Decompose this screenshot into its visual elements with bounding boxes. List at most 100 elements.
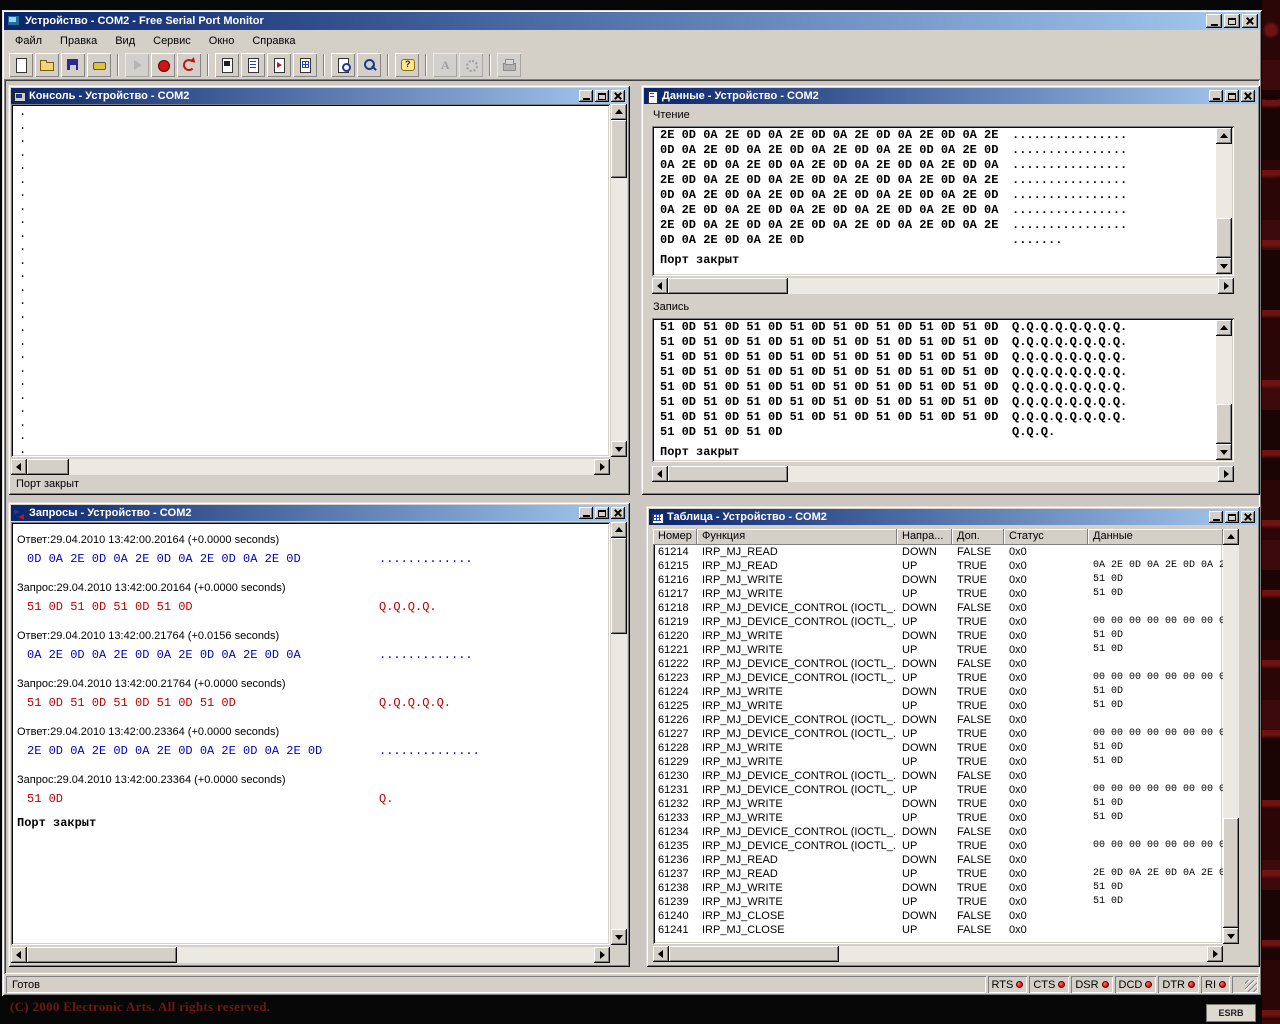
table-row[interactable]: 61226IRP_MJ_DEVICE_CONTROL (IOCTL_...DOW…	[653, 713, 1223, 727]
stop-button[interactable]	[151, 53, 175, 77]
column-header-5[interactable]: Данные	[1088, 529, 1223, 545]
scroll-thumb[interactable]	[1216, 218, 1232, 258]
table-titlebar[interactable]: Таблица - Устройство - COM2	[649, 509, 1257, 525]
table-row[interactable]: 61240IRP_MJ_CLOSEDOWNFALSE0x0	[653, 909, 1223, 923]
view-requests-button[interactable]	[267, 53, 291, 77]
table-row[interactable]: 61220IRP_MJ_WRITEDOWNTRUE0x051 0D	[653, 629, 1223, 643]
column-header-0[interactable]: Номер	[653, 529, 697, 545]
new-button[interactable]	[9, 53, 33, 77]
save-button[interactable]	[61, 53, 85, 77]
table-row[interactable]: 61215IRP_MJ_READUPTRUE0x00A 2E 0D 0A 2E …	[653, 559, 1223, 573]
table-row[interactable]: 61239IRP_MJ_WRITEUPTRUE0x051 0D	[653, 895, 1223, 909]
column-header-2[interactable]: Напра...	[897, 529, 952, 545]
scroll-up-button[interactable]	[611, 522, 627, 538]
console-vscrollbar[interactable]	[611, 104, 627, 457]
view-table-button[interactable]	[293, 53, 317, 77]
maximize-button[interactable]	[1224, 14, 1240, 28]
scroll-right-button[interactable]	[1218, 466, 1234, 482]
table-row[interactable]: 61231IRP_MJ_DEVICE_CONTROL (IOCTL_...UPT…	[653, 783, 1223, 797]
scroll-down-button[interactable]	[611, 441, 627, 457]
scroll-down-button[interactable]	[1223, 928, 1239, 944]
view-data-button[interactable]	[241, 53, 265, 77]
column-header-4[interactable]: Статус	[1004, 529, 1088, 545]
port-button[interactable]	[87, 53, 111, 77]
read-hscrollbar[interactable]	[652, 278, 1234, 294]
console-close-button[interactable]	[611, 90, 625, 102]
menu-item-tools[interactable]: Сервис	[144, 32, 200, 50]
scroll-thumb[interactable]	[669, 946, 839, 962]
table-row[interactable]: 61234IRP_MJ_DEVICE_CONTROL (IOCTL_...DOW…	[653, 825, 1223, 839]
scroll-up-button[interactable]	[611, 104, 627, 120]
scroll-thumb[interactable]	[668, 466, 788, 482]
menu-item-edit[interactable]: Правка	[51, 32, 106, 50]
requests-vscrollbar[interactable]	[611, 522, 627, 945]
open-button[interactable]	[35, 53, 59, 77]
scroll-up-button[interactable]	[1223, 529, 1239, 545]
resize-grip[interactable]	[1245, 980, 1257, 992]
write-vscrollbar[interactable]	[1216, 320, 1232, 460]
table-row[interactable]: 61223IRP_MJ_DEVICE_CONTROL (IOCTL_...UPT…	[653, 671, 1223, 685]
table-row[interactable]: 61222IRP_MJ_DEVICE_CONTROL (IOCTL_...DOW…	[653, 657, 1223, 671]
requests-titlebar[interactable]: Запросы - Устройство - COM2	[11, 505, 627, 521]
table-vscrollbar[interactable]	[1223, 529, 1239, 944]
print-button[interactable]	[497, 53, 521, 77]
menu-item-window[interactable]: Окно	[200, 32, 244, 50]
write-hex-view[interactable]: 51 0D 51 0D 51 0D 51 0D 51 0D 51 0D 51 0…	[652, 318, 1234, 462]
find-button[interactable]	[331, 53, 355, 77]
table-row[interactable]: 61221IRP_MJ_WRITEUPTRUE0x051 0D	[653, 643, 1223, 657]
table-row[interactable]: 61238IRP_MJ_WRITEDOWNTRUE0x051 0D	[653, 881, 1223, 895]
console-maximize-button[interactable]	[595, 90, 609, 102]
scroll-left-button[interactable]	[652, 466, 668, 482]
scroll-up-button[interactable]	[1216, 320, 1232, 336]
scroll-left-button[interactable]	[652, 278, 668, 294]
start-button[interactable]	[125, 53, 149, 77]
console-minimize-button[interactable]	[579, 90, 593, 102]
table-row[interactable]: 61224IRP_MJ_WRITEDOWNTRUE0x051 0D	[653, 685, 1223, 699]
read-hex-view[interactable]: 2E 0D 0A 2E 0D 0A 2E 0D 0A 2E 0D 0A 2E 0…	[652, 126, 1234, 276]
scroll-left-button[interactable]	[653, 946, 669, 962]
restart-button[interactable]	[177, 53, 201, 77]
table-row[interactable]: 61225IRP_MJ_WRITEUPTRUE0x051 0D	[653, 699, 1223, 713]
scroll-thumb[interactable]	[27, 947, 177, 963]
table-row[interactable]: 61216IRP_MJ_WRITEDOWNTRUE0x051 0D	[653, 573, 1223, 587]
requests-minimize-button[interactable]	[579, 507, 593, 519]
help-button[interactable]	[395, 53, 419, 77]
close-button[interactable]	[1242, 14, 1258, 28]
table-row[interactable]: 61237IRP_MJ_READUPTRUE0x02E 0D 0A 2E 0D …	[653, 867, 1223, 881]
table-minimize-button[interactable]	[1209, 511, 1223, 523]
scroll-right-button[interactable]	[1207, 946, 1223, 962]
menu-item-file[interactable]: Файл	[6, 32, 51, 50]
write-hscrollbar[interactable]	[652, 466, 1234, 482]
scroll-right-button[interactable]	[594, 947, 610, 963]
table-hscrollbar[interactable]	[653, 946, 1223, 962]
minimize-button[interactable]	[1206, 14, 1222, 28]
menu-item-view[interactable]: Вид	[106, 32, 144, 50]
data-minimize-button[interactable]	[1209, 90, 1223, 102]
data-close-button[interactable]	[1241, 90, 1255, 102]
main-titlebar[interactable]: Устройство - COM2 - Free Serial Port Mon…	[4, 12, 1260, 30]
font-button[interactable]	[433, 53, 457, 77]
scroll-down-button[interactable]	[1216, 258, 1232, 274]
table-row[interactable]: 61218IRP_MJ_DEVICE_CONTROL (IOCTL_...DOW…	[653, 601, 1223, 615]
table-row[interactable]: 61235IRP_MJ_DEVICE_CONTROL (IOCTL_...UPT…	[653, 839, 1223, 853]
scroll-thumb[interactable]	[668, 278, 788, 294]
scroll-left-button[interactable]	[11, 947, 27, 963]
scroll-right-button[interactable]	[1218, 278, 1234, 294]
table-row[interactable]: 61219IRP_MJ_DEVICE_CONTROL (IOCTL_...UPT…	[653, 615, 1223, 629]
view-console-button[interactable]	[215, 53, 239, 77]
data-maximize-button[interactable]	[1225, 90, 1239, 102]
table-row[interactable]: 61227IRP_MJ_DEVICE_CONTROL (IOCTL_...UPT…	[653, 727, 1223, 741]
table-row[interactable]: 61217IRP_MJ_WRITEUPTRUE0x051 0D	[653, 587, 1223, 601]
table-row[interactable]: 61233IRP_MJ_WRITEUPTRUE0x051 0D	[653, 811, 1223, 825]
column-header-1[interactable]: Функция	[697, 529, 897, 545]
scroll-right-button[interactable]	[594, 459, 610, 475]
data-titlebar[interactable]: Данные - Устройство - COM2	[644, 88, 1257, 104]
scroll-left-button[interactable]	[11, 459, 27, 475]
scroll-thumb[interactable]	[611, 120, 627, 178]
table-row[interactable]: 61229IRP_MJ_WRITEUPTRUE0x051 0D	[653, 755, 1223, 769]
options-button[interactable]	[459, 53, 483, 77]
menu-item-help[interactable]: Справка	[243, 32, 304, 50]
scroll-thumb[interactable]	[1223, 818, 1239, 928]
scroll-down-button[interactable]	[1216, 444, 1232, 460]
requests-hscrollbar[interactable]	[11, 947, 610, 963]
